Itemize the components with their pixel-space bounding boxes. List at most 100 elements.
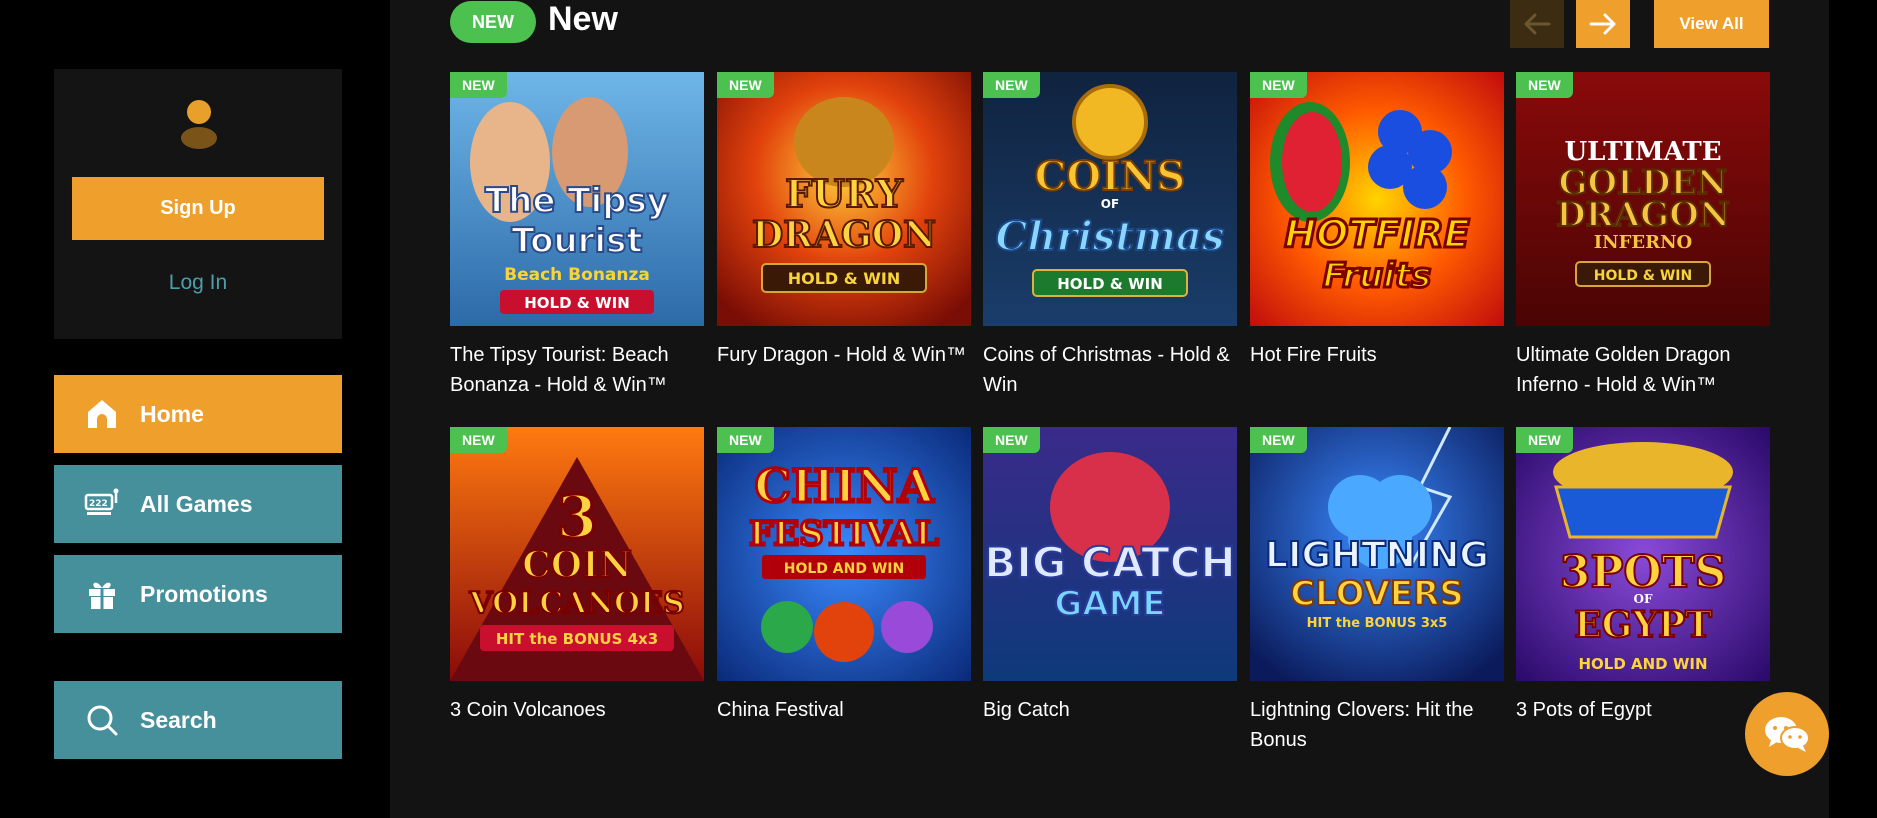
svg-text:HOLD & WIN: HOLD & WIN bbox=[1057, 275, 1163, 293]
carousel-prev-button[interactable] bbox=[1510, 0, 1564, 48]
svg-text:COIN: COIN bbox=[522, 544, 632, 586]
svg-text:CLOVERS: CLOVERS bbox=[1290, 574, 1464, 614]
new-badge: NEW bbox=[450, 427, 507, 453]
game-title[interactable]: 3 Pots of Egypt bbox=[1516, 695, 1770, 725]
gift-icon bbox=[84, 576, 120, 612]
game-title[interactable]: 3 Coin Volcanoes bbox=[450, 695, 704, 725]
carousel-next-button[interactable] bbox=[1576, 0, 1630, 48]
right-gutter bbox=[1829, 0, 1877, 818]
game-title[interactable]: Ultimate Golden Dragon Inferno - Hold & … bbox=[1516, 340, 1770, 400]
svg-text:EGYPT: EGYPT bbox=[1574, 604, 1712, 646]
game-title[interactable]: Big Catch bbox=[983, 695, 1237, 725]
new-badge: NEW bbox=[717, 427, 774, 453]
log-in-link[interactable]: Log In bbox=[54, 271, 342, 295]
game-thumbnail[interactable]: NEW FURY DRAGON HOLD & WIN bbox=[717, 72, 971, 326]
game-card[interactable]: NEW 3POTS OF EGYPT HOLD AND WIN 3 Pots o… bbox=[1516, 427, 1770, 725]
svg-text:The Tipsy: The Tipsy bbox=[485, 181, 669, 221]
new-badge: NEW bbox=[1250, 427, 1307, 453]
svg-text:3POTS: 3POTS bbox=[1560, 547, 1727, 598]
game-thumbnail[interactable]: NEW BIG CATCH GAME bbox=[983, 427, 1237, 681]
svg-text:Beach Bonanza: Beach Bonanza bbox=[504, 265, 650, 285]
game-thumbnail[interactable]: NEW COINS OF Christmas HOLD & WIN bbox=[983, 72, 1237, 326]
game-thumbnail[interactable]: NEW CHINA FESTIVAL HOLD AND WIN bbox=[717, 427, 971, 681]
nav-home-label: Home bbox=[140, 400, 204, 427]
game-title[interactable]: Lightning Clovers: Hit the Bonus bbox=[1250, 695, 1504, 755]
svg-text:HOLD AND WIN: HOLD AND WIN bbox=[1578, 655, 1707, 673]
nav-home[interactable]: Home bbox=[54, 375, 342, 453]
svg-text:CHINA: CHINA bbox=[754, 459, 935, 513]
svg-text:COINS: COINS bbox=[1035, 153, 1186, 200]
game-thumbnail[interactable]: NEW The Tipsy Tourist Beach Bonanza HOLD… bbox=[450, 72, 704, 326]
arrow-left-icon bbox=[1524, 13, 1551, 35]
section-header: NEW New bbox=[450, 0, 618, 44]
svg-text:HIT the BONUS 4x3: HIT the BONUS 4x3 bbox=[496, 630, 658, 648]
game-card[interactable]: NEW 3 COIN VOLCANOES HIT the BONUS 4x3 3… bbox=[450, 427, 704, 725]
game-card[interactable]: NEW HOTFIRE Fruits Hot Fire Fruits bbox=[1250, 72, 1504, 370]
svg-text:Christmas: Christmas bbox=[996, 213, 1225, 260]
sidebar: Sign Up Log In Home 222 All Games Promot… bbox=[0, 0, 390, 818]
section-title: New bbox=[548, 0, 618, 38]
game-title[interactable]: Hot Fire Fruits bbox=[1250, 340, 1504, 370]
game-thumbnail[interactable]: NEW 3POTS OF EGYPT HOLD AND WIN bbox=[1516, 427, 1770, 681]
game-title[interactable]: China Festival bbox=[717, 695, 971, 725]
nav-promotions[interactable]: Promotions bbox=[54, 555, 342, 633]
svg-text:VOLCANOES: VOLCANOES bbox=[468, 586, 684, 621]
svg-text:Tourist: Tourist bbox=[511, 221, 642, 261]
game-card[interactable]: NEW CHINA FESTIVAL HOLD AND WIN China Fe… bbox=[717, 427, 971, 725]
slot-machine-icon: 222 bbox=[84, 486, 120, 522]
new-badge: NEW bbox=[1516, 427, 1573, 453]
svg-text:HOLD & WIN: HOLD & WIN bbox=[788, 269, 901, 288]
new-badge: NEW bbox=[1250, 72, 1307, 98]
game-title[interactable]: Coins of Christmas - Hold & Win bbox=[983, 340, 1237, 400]
svg-text:HOLD & WIN: HOLD & WIN bbox=[1594, 268, 1693, 284]
game-card[interactable]: NEW BIG CATCH GAME Big Catch bbox=[983, 427, 1237, 725]
view-all-button[interactable]: View All bbox=[1654, 0, 1769, 48]
search-icon bbox=[84, 702, 120, 738]
account-card: Sign Up Log In bbox=[54, 69, 342, 339]
new-badge: NEW bbox=[1516, 72, 1573, 98]
svg-text:HOLD AND WIN: HOLD AND WIN bbox=[784, 561, 904, 577]
chat-button[interactable] bbox=[1745, 692, 1829, 776]
nav-all-games-label: All Games bbox=[140, 490, 253, 517]
nav-all-games[interactable]: 222 All Games bbox=[54, 465, 342, 543]
game-card[interactable]: NEW COINS OF Christmas HOLD & WIN Coins … bbox=[983, 72, 1237, 400]
svg-text:222: 222 bbox=[89, 499, 108, 509]
game-thumbnail[interactable]: NEW LIGHTNING CLOVERS HIT the BONUS 3x5 bbox=[1250, 427, 1504, 681]
new-pill: NEW bbox=[450, 1, 536, 43]
svg-text:FURY: FURY bbox=[785, 171, 904, 216]
svg-text:LIGHTNING: LIGHTNING bbox=[1265, 535, 1489, 576]
game-title[interactable]: The Tipsy Tourist: Beach Bonanza - Hold … bbox=[450, 340, 704, 400]
svg-text:Fruits: Fruits bbox=[1323, 256, 1432, 296]
nav-search[interactable]: Search bbox=[54, 681, 342, 759]
svg-text:DRAGON: DRAGON bbox=[752, 214, 936, 256]
game-card[interactable]: NEW The Tipsy Tourist Beach Bonanza HOLD… bbox=[450, 72, 704, 400]
nav-search-label: Search bbox=[140, 706, 217, 733]
svg-text:OF: OF bbox=[1101, 197, 1119, 211]
game-thumbnail[interactable]: NEW 3 COIN VOLCANOES HIT the BONUS 4x3 bbox=[450, 427, 704, 681]
game-title[interactable]: Fury Dragon - Hold & Win™ bbox=[717, 340, 971, 370]
main-content: NEW New View All NEW The Tipsy Tourist B… bbox=[390, 0, 1829, 818]
svg-text:3: 3 bbox=[557, 483, 597, 551]
game-thumbnail[interactable]: NEW HOTFIRE Fruits bbox=[1250, 72, 1504, 326]
home-icon bbox=[84, 396, 120, 432]
svg-text:DRAGON: DRAGON bbox=[1556, 195, 1730, 235]
svg-text:FESTIVAL: FESTIVAL bbox=[749, 514, 939, 554]
new-badge: NEW bbox=[983, 427, 1040, 453]
svg-text:BIG CATCH: BIG CATCH bbox=[984, 538, 1235, 587]
game-thumbnail[interactable]: NEW ULTIMATE GOLDEN DRAGON INFERNO HOLD … bbox=[1516, 72, 1770, 326]
user-icon bbox=[180, 100, 218, 149]
svg-text:INFERNO: INFERNO bbox=[1594, 232, 1692, 253]
game-card[interactable]: NEW LIGHTNING CLOVERS HIT the BONUS 3x5 … bbox=[1250, 427, 1504, 755]
game-card[interactable]: NEW ULTIMATE GOLDEN DRAGON INFERNO HOLD … bbox=[1516, 72, 1770, 400]
nav-promotions-label: Promotions bbox=[140, 580, 268, 607]
svg-text:HIT the BONUS 3x5: HIT the BONUS 3x5 bbox=[1307, 616, 1448, 631]
svg-text:HOTFIRE: HOTFIRE bbox=[1284, 212, 1469, 256]
sign-up-button[interactable]: Sign Up bbox=[72, 177, 324, 240]
game-card[interactable]: NEW FURY DRAGON HOLD & WIN Fury Dragon -… bbox=[717, 72, 971, 370]
new-badge: NEW bbox=[450, 72, 507, 98]
new-badge: NEW bbox=[717, 72, 774, 98]
new-badge: NEW bbox=[983, 72, 1040, 98]
svg-text:GAME: GAME bbox=[1054, 584, 1165, 624]
wechat-icon bbox=[1765, 717, 1810, 752]
arrow-right-icon bbox=[1589, 13, 1616, 35]
